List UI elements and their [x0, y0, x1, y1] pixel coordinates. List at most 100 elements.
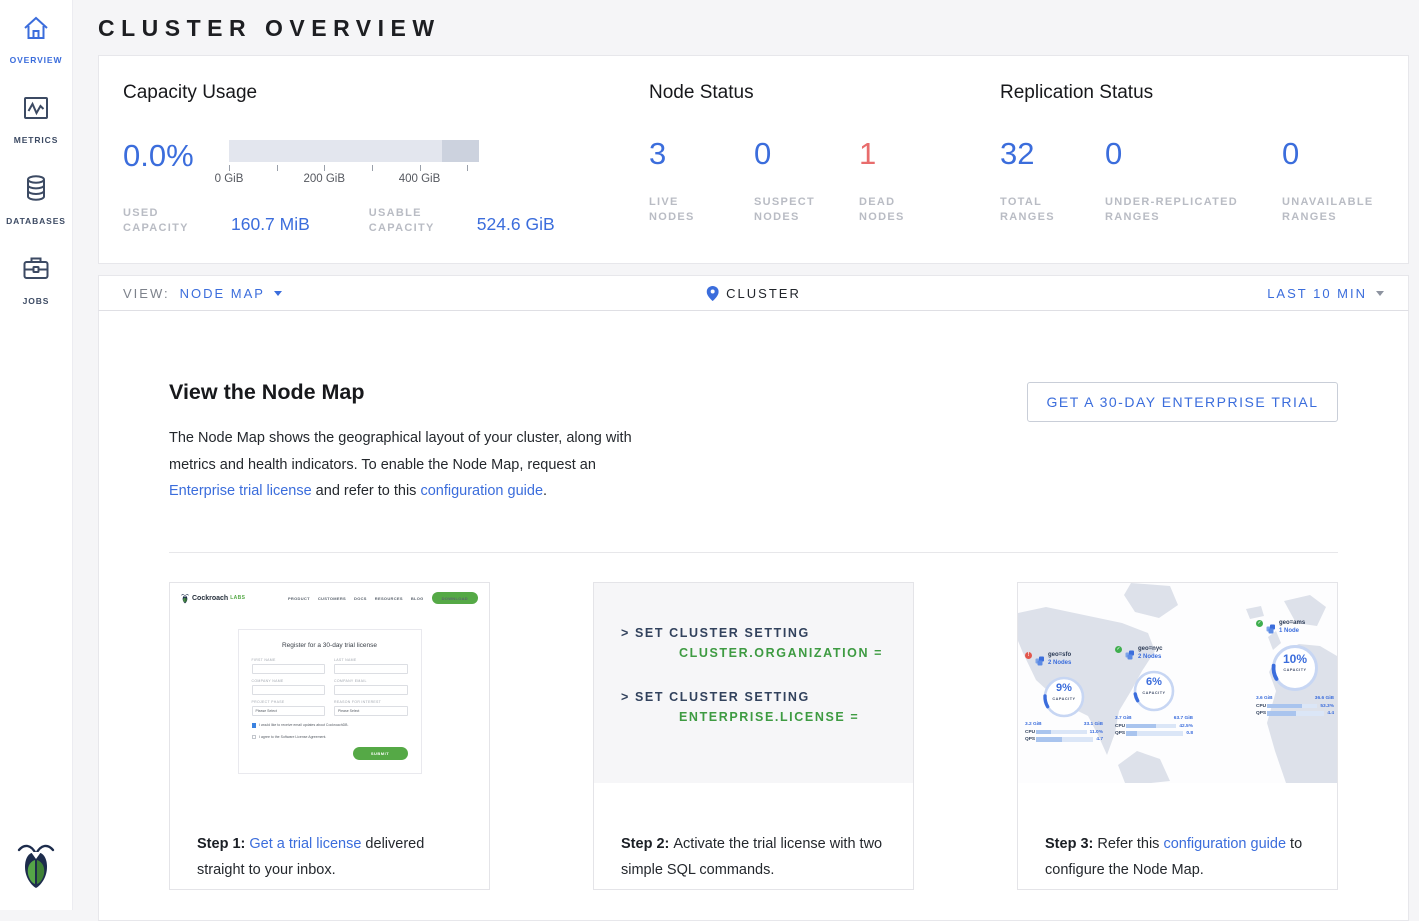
- unavailable-ranges-label: UNAVAILABLE RANGES: [1282, 195, 1392, 225]
- dead-status-dot: !: [1025, 652, 1032, 659]
- last-name-field: [334, 664, 408, 674]
- view-selector-value: NODE MAP: [180, 286, 265, 301]
- site-nav: PRODUCT CUSTOMERS DOCS RESOURCES BLOG DO…: [280, 592, 478, 604]
- metrics-icon: [22, 95, 50, 126]
- node-cubes-icon: [1035, 653, 1045, 671]
- sidebar-item-label: DATABASES: [6, 216, 66, 226]
- time-range-dropdown[interactable]: LAST 10 MIN: [1267, 286, 1384, 301]
- replication-status-title: Replication Status: [1000, 81, 1392, 104]
- cockroachdb-logo: [17, 840, 55, 895]
- tick-label: 0 GiB: [215, 173, 244, 185]
- node-map-title: View the Node Map: [169, 379, 641, 405]
- email-updates-checkbox: [252, 723, 257, 728]
- section-divider: [169, 552, 1338, 553]
- configuration-guide-link[interactable]: configuration guide: [1163, 836, 1286, 852]
- registration-form-title: Register for a 30-day trial license: [252, 642, 408, 649]
- step-3-card: ! geo=sfo 2 Nodes: [1017, 582, 1338, 890]
- sidebar-item-label: OVERVIEW: [10, 55, 63, 65]
- view-label: VIEW:: [123, 286, 170, 301]
- live-status-dot: ✓: [1256, 620, 1263, 627]
- location-pin-icon: [706, 286, 718, 301]
- total-ranges-label: TOTAL RANGES: [1000, 195, 1070, 225]
- live-nodes-stat: 3 LIVE NODES: [649, 137, 754, 225]
- node-cubes-icon: [1266, 621, 1276, 639]
- capacity-percent: 0.0%: [123, 140, 229, 186]
- chevron-down-icon: [1376, 291, 1384, 296]
- under-replicated-ranges-stat: 0 UNDER-REPLICATED RANGES: [1105, 137, 1282, 225]
- registration-form: Register for a 30-day trial license FIRS…: [238, 629, 422, 774]
- node-map-thumbnail: ! geo=sfo 2 Nodes: [1018, 583, 1337, 783]
- tick-label: 200 GiB: [303, 173, 345, 185]
- enterprise-trial-button[interactable]: GET A 30-DAY ENTERPRISE TRIAL: [1027, 382, 1338, 422]
- download-button: DOWNLOAD: [432, 592, 478, 604]
- time-range-value: LAST 10 MIN: [1267, 286, 1367, 301]
- databases-icon: [22, 174, 50, 207]
- step-2-card: > SET CLUSTER SETTING CLUSTER.ORGANIZATI…: [593, 582, 914, 890]
- get-trial-license-link[interactable]: Get a trial license: [249, 836, 361, 852]
- home-icon: [21, 15, 51, 46]
- cluster-organization-setting: CLUSTER.ORGANIZATION =: [679, 646, 913, 660]
- view-selector-dropdown[interactable]: NODE MAP: [180, 286, 282, 301]
- under-replicated-ranges-label: UNDER-REPLICATED RANGES: [1105, 195, 1265, 225]
- suspect-nodes-value: 0: [754, 137, 859, 171]
- chevron-down-icon: [274, 291, 282, 296]
- sidebar-item-label: METRICS: [14, 135, 59, 145]
- cockroach-labs-logo: Cockroach LABS: [181, 593, 245, 604]
- under-replicated-ranges-value: 0: [1105, 137, 1282, 171]
- cockroach-bug-icon: [181, 593, 189, 604]
- reason-select: Please Select: [334, 706, 408, 716]
- sidebar-item-overview[interactable]: OVERVIEW: [0, 0, 72, 80]
- usable-capacity-value: 524.6 GiB: [477, 214, 555, 236]
- sql-commands-thumbnail: > SET CLUSTER SETTING CLUSTER.ORGANIZATI…: [594, 583, 913, 783]
- sidebar-item-jobs[interactable]: JOBS: [0, 240, 72, 320]
- dead-nodes-label: DEAD NODES: [859, 195, 929, 225]
- step-2-caption: Step 2: Activate the trial license with …: [594, 798, 913, 884]
- node-status-section: Node Status 3 LIVE NODES 0 SUSPECT NODES…: [649, 81, 1000, 263]
- suspect-nodes-label: SUSPECT NODES: [754, 195, 824, 225]
- total-ranges-stat: 32 TOTAL RANGES: [1000, 137, 1105, 225]
- cluster-summary-panel: Capacity Usage 0.0% 0 GiB 200 GiB 400 Gi…: [98, 55, 1409, 264]
- dead-nodes-value: 1: [859, 137, 929, 171]
- total-ranges-value: 32: [1000, 137, 1105, 171]
- scope-indicator: CLUSTER: [706, 286, 801, 301]
- tick-label: 400 GiB: [399, 173, 441, 185]
- capacity-gauge: 0 GiB 200 GiB 400 GiB: [229, 140, 479, 186]
- license-agreement-checkbox: [252, 735, 257, 740]
- replication-status-section: Replication Status 32 TOTAL RANGES 0 UND…: [1000, 81, 1392, 263]
- sidebar: OVERVIEW METRICS DATABASES: [0, 0, 73, 910]
- step-1-card: Cockroach LABS PRODUCT CUSTOMERS DOCS RE…: [169, 582, 490, 890]
- jobs-icon: [21, 254, 51, 287]
- node-cubes-icon: [1125, 647, 1135, 665]
- company-name-field: [252, 685, 326, 695]
- locality-badge-sfo: ! geo=sfo 2 Nodes: [1025, 651, 1103, 742]
- capacity-gauge-labels: 0 GiB 200 GiB 400 GiB: [229, 172, 479, 186]
- sidebar-item-label: JOBS: [23, 296, 50, 306]
- locality-badge-nyc: ✓ geo=nyc 2 Nodes: [1115, 645, 1193, 736]
- sidebar-item-databases[interactable]: DATABASES: [0, 160, 72, 240]
- dead-nodes-stat: 1 DEAD NODES: [859, 137, 929, 225]
- capacity-usage-section: Capacity Usage 0.0% 0 GiB 200 GiB 400 Gi…: [123, 81, 649, 263]
- enterprise-trial-license-link[interactable]: Enterprise trial license: [169, 483, 312, 499]
- trial-registration-thumbnail: Cockroach LABS PRODUCT CUSTOMERS DOCS RE…: [170, 583, 489, 783]
- scope-label: CLUSTER: [726, 286, 801, 301]
- capacity-gauge-bar: [229, 140, 479, 162]
- usable-capacity-label: USABLE CAPACITY: [369, 206, 453, 236]
- unavailable-ranges-value: 0: [1282, 137, 1392, 171]
- live-nodes-value: 3: [649, 137, 754, 171]
- node-status-title: Node Status: [649, 81, 1000, 104]
- first-name-field: [252, 664, 326, 674]
- step-3-caption: Step 3: Refer this configuration guide t…: [1018, 798, 1337, 884]
- page-title: CLUSTER OVERVIEW: [98, 14, 1409, 42]
- sidebar-item-metrics[interactable]: METRICS: [0, 80, 72, 160]
- configuration-guide-link[interactable]: configuration guide: [420, 483, 543, 499]
- submit-button: SUBMIT: [353, 747, 408, 760]
- live-status-dot: ✓: [1115, 646, 1122, 653]
- step-1-caption: Step 1: Get a trial license delivered st…: [170, 798, 489, 884]
- node-map-description: The Node Map shows the geographical layo…: [169, 425, 641, 505]
- suspect-nodes-stat: 0 SUSPECT NODES: [754, 137, 859, 225]
- view-bar: VIEW: NODE MAP CLUSTER LAST 10 MIN: [98, 275, 1409, 311]
- project-phase-select: Please Select: [252, 706, 326, 716]
- enterprise-license-setting: ENTERPRISE.LICENSE =: [679, 710, 913, 724]
- node-map-panel: View the Node Map The Node Map shows the…: [98, 311, 1409, 921]
- company-email-field: [334, 685, 408, 695]
